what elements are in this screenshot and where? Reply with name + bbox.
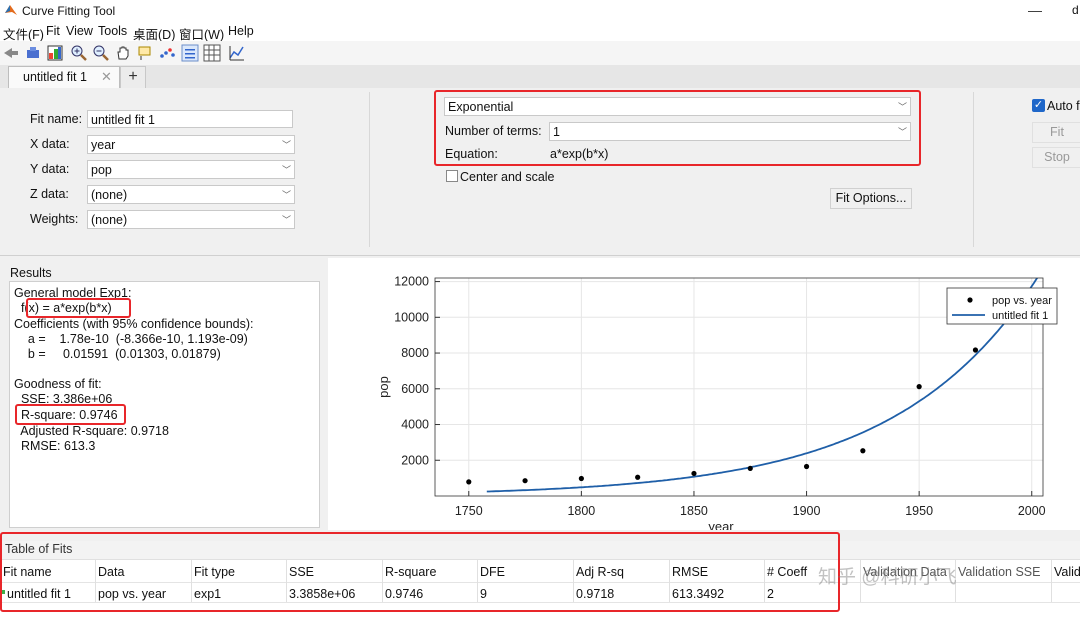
x-data-select[interactable]: year ﹀: [87, 135, 295, 154]
y-data-value: pop: [91, 163, 112, 177]
fit-button[interactable]: Fit: [1032, 122, 1080, 143]
menu-view[interactable]: View: [66, 24, 93, 38]
plot-icon[interactable]: [46, 44, 64, 62]
z-data-value: (none): [91, 188, 128, 202]
legend-marker: [967, 297, 973, 303]
weights-label: Weights:: [30, 212, 79, 226]
legend-icon[interactable]: [181, 44, 199, 62]
menu-fit[interactable]: Fit: [46, 24, 60, 38]
data-point: [522, 478, 528, 484]
formula-highlight: [26, 298, 131, 318]
y-tick-label: 4000: [401, 418, 429, 432]
data-point: [972, 347, 979, 353]
residuals-plot-icon[interactable]: [228, 44, 246, 62]
y-tick-label: 10000: [394, 310, 429, 324]
x-tick-label: 1800: [567, 504, 595, 518]
chevron-down-icon: ﹀: [281, 140, 291, 150]
x-tick-label: 2000: [1018, 504, 1046, 518]
data-cursor-icon[interactable]: [136, 44, 154, 62]
y-data-select[interactable]: pop ﹀: [87, 160, 295, 179]
x-data-value: year: [91, 138, 116, 152]
z-data-label: Z data:: [30, 187, 69, 201]
data-point: [691, 470, 697, 477]
y-tick-label: 6000: [401, 382, 429, 396]
legend-label: untitled fit 1: [992, 310, 1048, 322]
add-tab-button[interactable]: +: [120, 66, 146, 89]
data-point: [466, 479, 472, 485]
r-square-highlight: [15, 404, 126, 425]
weights-value: (none): [91, 213, 128, 227]
center-scale-checkbox[interactable]: [446, 170, 458, 182]
grid-icon[interactable]: [203, 44, 221, 62]
minimize-button[interactable]: —: [1028, 2, 1042, 18]
data-point: [747, 465, 753, 472]
plot-panel: 1750 1800 1850 1900 1950 2000 2000 4000 6000 8000…: [328, 258, 1080, 530]
chevron-down-icon: ﹀: [281, 190, 291, 200]
x-tick-label: 1850: [680, 504, 708, 518]
x-tick-label: 1900: [793, 504, 821, 518]
auto-fit-checkbox[interactable]: ✓: [1032, 99, 1045, 112]
chevron-down-icon: ﹀: [281, 165, 291, 175]
fit-tab-strip: untitled fit 1 ✕ +: [0, 65, 1080, 89]
x-tick-label: 1750: [455, 504, 483, 518]
data-point: [578, 475, 584, 482]
results-line: b = 0.01591 (0.01303, 0.01879): [14, 347, 221, 361]
column-header[interactable]: Validation SSE: [958, 565, 1040, 579]
y-data-label: Y data:: [30, 162, 70, 176]
results-line: a = 1.78e-10 (-8.366e-10, 1.193e-09): [14, 332, 248, 346]
close-tab-icon[interactable]: ✕: [101, 69, 112, 85]
column-header[interactable]: Valid: [1054, 565, 1080, 579]
menu-bar: 文件(F) Fit View Tools 桌面(D) 窗口(W) Help: [0, 22, 1080, 42]
data-point: [803, 463, 810, 470]
tab-untitled-fit-1[interactable]: untitled fit 1 ✕: [8, 66, 120, 89]
data-icon[interactable]: [24, 44, 42, 62]
data-point: [860, 448, 866, 454]
watermark: 知乎 @科研小飞: [818, 567, 957, 588]
fit-name-label: Fit name:: [30, 112, 83, 126]
fit-plot[interactable]: 1750 1800 1850 1900 1950 2000 2000 4000 6000 8000…: [328, 258, 1080, 530]
divider: [369, 92, 370, 247]
toolbar: [0, 41, 1080, 66]
divider: [973, 92, 974, 247]
results-line: Coefficients (with 95% confidence bounds…: [14, 317, 254, 331]
auto-fit-label: Auto f: [1047, 99, 1080, 113]
y-tick-label: 12000: [394, 275, 429, 289]
fit-options-button[interactable]: Fit Options...: [830, 188, 912, 209]
title-bar: Curve Fitting Tool — d: [0, 0, 1080, 22]
zoom-out-icon[interactable]: [92, 44, 110, 62]
weights-select[interactable]: (none) ﹀: [87, 210, 295, 229]
data-point: [916, 384, 922, 390]
pan-icon[interactable]: [114, 44, 132, 62]
z-data-select[interactable]: (none) ﹀: [87, 185, 295, 204]
data-point: [635, 474, 641, 480]
window-title: Curve Fitting Tool: [22, 4, 116, 18]
back-icon[interactable]: [2, 44, 20, 62]
matlab-logo-icon: [5, 5, 17, 15]
x-data-label: X data:: [30, 137, 70, 151]
results-line: Adjusted R-square: 0.9718: [14, 424, 169, 438]
results-line: RMSE: 613.3: [14, 439, 96, 453]
chevron-down-icon: ﹀: [281, 215, 291, 225]
y-tick-label: 2000: [401, 453, 429, 467]
y-axis-label: pop: [376, 376, 391, 398]
tab-label: untitled fit 1: [23, 70, 87, 84]
stop-button[interactable]: Stop: [1032, 147, 1080, 168]
y-tick-label: 8000: [401, 346, 429, 360]
zoom-in-icon[interactable]: [70, 44, 88, 62]
legend-label: pop vs. year: [992, 295, 1052, 307]
fit-type-highlight: [434, 90, 921, 166]
menu-tools[interactable]: Tools: [98, 24, 127, 38]
menu-help[interactable]: Help: [228, 24, 254, 38]
fit-name-field[interactable]: untitled fit 1: [87, 110, 293, 128]
exclude-outliers-icon[interactable]: [158, 44, 176, 62]
x-tick-label: 1950: [905, 504, 933, 518]
results-title: Results: [10, 266, 52, 280]
center-scale-label: Center and scale: [460, 170, 555, 184]
x-axis-label: year: [708, 519, 734, 530]
table-highlight: [0, 532, 840, 612]
results-line: Goodness of fit:: [14, 377, 102, 391]
title-edge-text: d: [1072, 3, 1079, 17]
